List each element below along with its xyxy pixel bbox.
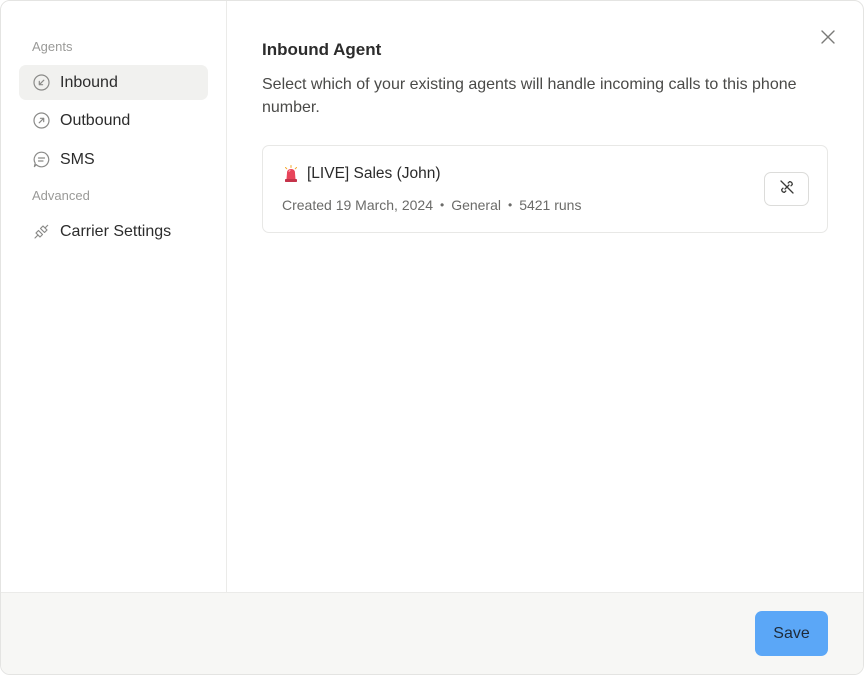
sidebar-item-label: Carrier Settings — [60, 222, 172, 240]
agent-category: General — [451, 197, 501, 213]
unlink-button[interactable] — [764, 172, 809, 206]
agent-runs: 5421 runs — [519, 197, 582, 213]
page-title: Inbound Agent — [262, 40, 382, 59]
section-label-advanced: Advanced — [32, 188, 90, 203]
sidebar-item-outbound[interactable]: Outbound — [19, 103, 208, 138]
unlink-icon — [779, 179, 795, 200]
siren-light-icon — [283, 165, 299, 183]
agent-card[interactable]: [LIVE] Sales (John) Created 19 March, 20… — [262, 145, 828, 233]
agent-created: Created 19 March, 2024 — [282, 197, 433, 213]
sidebar-item-carrier-settings[interactable]: Carrier Settings — [19, 214, 208, 249]
dialog: Agents Inbound Outbound SMS Advanced Car — [0, 0, 864, 675]
close-icon[interactable] — [820, 29, 836, 45]
plug-icon — [32, 223, 50, 241]
message-circle-icon — [32, 151, 50, 169]
sidebar-item-label: Outbound — [60, 111, 131, 129]
page-description: Select which of your existing agents wil… — [262, 76, 797, 116]
arrow-down-left-circle-icon — [32, 74, 50, 92]
separator-dot: • — [508, 198, 513, 212]
agent-name: [LIVE] Sales (John) — [307, 165, 441, 182]
arrow-up-right-circle-icon — [32, 112, 50, 130]
sidebar-item-inbound[interactable]: Inbound — [19, 65, 208, 100]
sidebar-item-label: SMS — [60, 150, 95, 168]
footer: Save — [1, 592, 863, 674]
sidebar-item-sms[interactable]: SMS — [19, 142, 208, 177]
save-button[interactable]: Save — [755, 611, 828, 656]
sidebar-item-label: Inbound — [60, 73, 118, 91]
main-panel: Inbound Agent Select which of your exist… — [227, 1, 863, 592]
separator-dot: • — [439, 198, 445, 212]
agent-name-row: [LIVE] Sales (John) — [283, 165, 441, 183]
sidebar: Agents Inbound Outbound SMS Advanced Car — [1, 1, 227, 592]
agent-meta: Created 19 March, 2024 • General • 5421 … — [282, 197, 581, 213]
section-label-agents: Agents — [32, 39, 73, 54]
